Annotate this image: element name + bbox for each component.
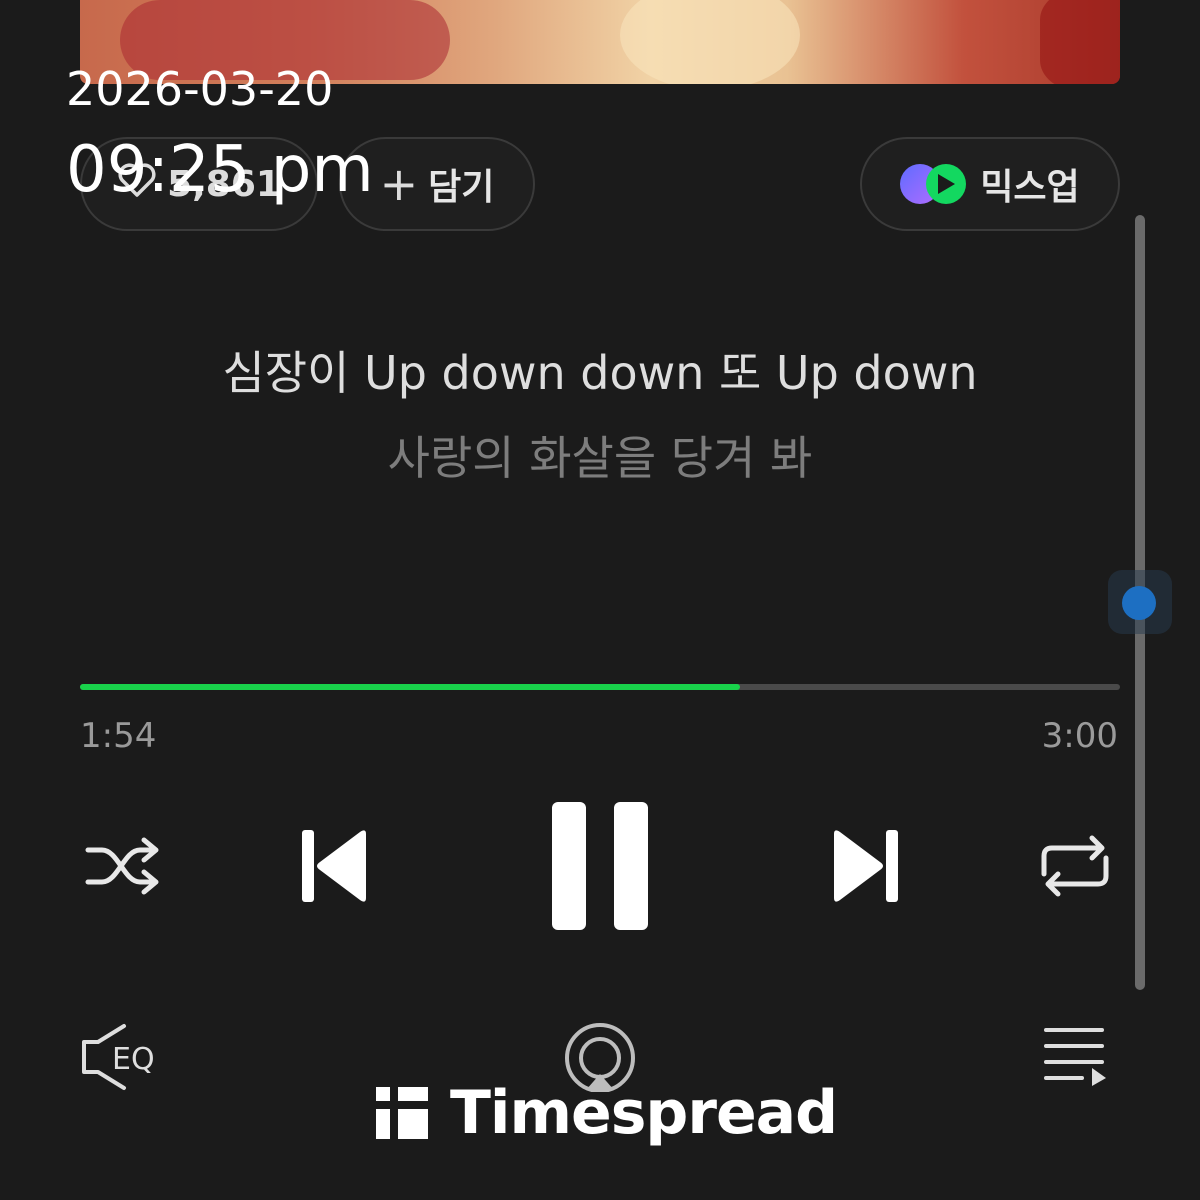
repeat-button[interactable] bbox=[1038, 834, 1112, 898]
skip-previous-icon bbox=[302, 830, 366, 902]
brand-logo-icon bbox=[376, 1087, 428, 1139]
brand-watermark: Timespread bbox=[376, 1078, 838, 1148]
pause-icon bbox=[552, 802, 648, 930]
speaker-eq-icon: EQ bbox=[82, 1024, 155, 1090]
pause-button[interactable] bbox=[552, 802, 650, 930]
previous-button[interactable] bbox=[300, 828, 370, 904]
plus-icon: + bbox=[379, 157, 419, 211]
seek-bar-fill bbox=[80, 684, 741, 690]
mixup-logo-icon bbox=[900, 162, 970, 206]
eq-label: EQ bbox=[112, 1042, 155, 1077]
mixup-button[interactable]: 믹스업 bbox=[860, 137, 1120, 231]
playlist-icon bbox=[1044, 1028, 1106, 1086]
shuffle-icon bbox=[85, 837, 159, 895]
seek-bar[interactable] bbox=[80, 684, 1120, 690]
scrollbar-handle[interactable] bbox=[1122, 586, 1156, 620]
skip-next-icon bbox=[834, 830, 898, 902]
mixup-label: 믹스업 bbox=[980, 167, 1080, 208]
current-time: 1:54 bbox=[80, 716, 157, 756]
next-button[interactable] bbox=[830, 828, 900, 904]
equalizer-button[interactable]: EQ bbox=[78, 1022, 174, 1092]
repeat-icon bbox=[1041, 835, 1109, 897]
lyric-next-line[interactable]: 사랑의 화살을 당겨 봐 bbox=[0, 422, 1200, 488]
overlay-date: 2026-03-20 bbox=[66, 62, 334, 116]
lyric-current-line[interactable]: 심장이 Up down down 또 Up down bbox=[0, 337, 1200, 403]
brand-name: Timespread bbox=[450, 1078, 838, 1148]
overlay-time: 09:25 pm bbox=[66, 133, 374, 207]
playlist-button[interactable] bbox=[1042, 1026, 1108, 1086]
total-time: 3:00 bbox=[1041, 716, 1118, 756]
shuffle-button[interactable] bbox=[84, 834, 160, 898]
add-label: 담기 bbox=[428, 167, 495, 208]
